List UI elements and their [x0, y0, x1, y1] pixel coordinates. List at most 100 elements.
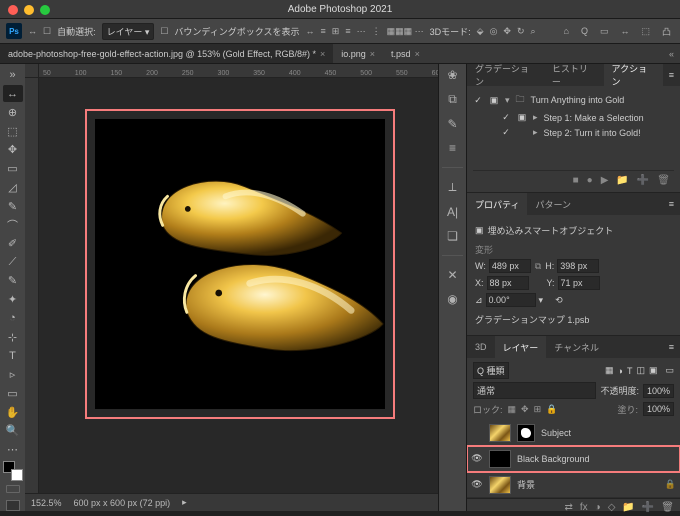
document-tab[interactable]: t.psd ×: [383, 44, 428, 63]
new-action-icon[interactable]: ➕: [637, 175, 649, 186]
brush-tool[interactable]: ✐: [3, 235, 23, 253]
tab-channels[interactable]: チャンネル: [546, 336, 607, 358]
close-tab-icon[interactable]: ×: [320, 49, 325, 59]
hand-tool[interactable]: ✋: [3, 403, 23, 421]
dialog-toggle-icon[interactable]: ▣: [517, 112, 527, 123]
lock-artboard-icon[interactable]: ⊞: [534, 404, 542, 415]
layer-thumbnail[interactable]: [489, 424, 511, 442]
mode3d-icon[interactable]: ⬙: [477, 26, 484, 37]
ruler-origin[interactable]: [25, 64, 39, 78]
eyedropper-tool[interactable]: ✎: [3, 197, 23, 215]
angle-dropdown-icon[interactable]: ▾: [539, 295, 544, 306]
libraries-panel-icon[interactable]: ❏: [447, 229, 458, 243]
layer-filter-kind[interactable]: Q 種類: [473, 362, 509, 379]
character-panel-icon[interactable]: A|: [447, 205, 458, 219]
ps-home-icon[interactable]: Ps: [6, 23, 22, 39]
new-set-icon[interactable]: 📁: [616, 175, 628, 186]
color-panel-icon[interactable]: ❀: [447, 68, 457, 82]
layer-fx-icon[interactable]: fx: [580, 502, 588, 513]
adjustments-panel-icon[interactable]: ≡: [449, 141, 456, 155]
new-layer-icon[interactable]: ➕: [642, 502, 654, 513]
cloud-home-icon[interactable]: ⌂: [564, 26, 569, 36]
status-more-icon[interactable]: ▸: [182, 497, 187, 508]
disclosure-closed-icon[interactable]: ▸: [533, 112, 538, 123]
trash-icon[interactable]: 🗑: [657, 175, 670, 186]
clone-tool[interactable]: ⟋: [3, 253, 23, 271]
disclosure-closed-icon[interactable]: ▸: [533, 127, 538, 138]
tab-properties[interactable]: プロパティ: [467, 193, 527, 215]
blend-mode-select[interactable]: 通常: [473, 382, 596, 399]
document-tab[interactable]: adobe-photoshop-free-gold-effect-action.…: [0, 44, 333, 63]
zoom-tool[interactable]: 🔍: [3, 422, 23, 440]
mode3d-icon[interactable]: ◎: [490, 26, 498, 37]
panel-menu-icon[interactable]: ≡: [663, 199, 680, 209]
layer-name[interactable]: 背景: [517, 478, 535, 491]
layer-name[interactable]: Subject: [541, 428, 571, 438]
layer-thumbnail[interactable]: [489, 476, 511, 494]
filter-pixel-icon[interactable]: ▦: [605, 365, 614, 376]
play-icon[interactable]: ▶: [601, 175, 609, 186]
expand-tools-icon[interactable]: »: [3, 66, 23, 84]
zoom-level[interactable]: 152.5%: [31, 498, 62, 508]
filter-shape-icon[interactable]: ◫: [636, 365, 645, 376]
document-canvas[interactable]: [85, 109, 395, 419]
distribute-icon[interactable]: ⋮: [372, 26, 381, 37]
visibility-toggle[interactable]: 👁: [471, 453, 483, 464]
marquee-tool[interactable]: ⬚: [3, 122, 23, 140]
screenmode-toggle[interactable]: [6, 500, 20, 511]
filter-adjust-icon[interactable]: ◑: [618, 366, 623, 376]
artboard-tool[interactable]: ⊕: [3, 103, 23, 121]
frame-tool[interactable]: ▭: [3, 160, 23, 178]
dodge-tool[interactable]: ⊹: [3, 328, 23, 346]
fill-value[interactable]: 100%: [643, 402, 674, 416]
stop-icon[interactable]: ■: [573, 175, 579, 186]
layer-row[interactable]: Subject: [467, 420, 680, 446]
maximize-window-icon[interactable]: [40, 5, 50, 15]
ruler-horizontal[interactable]: 50 100 150 200 250 300 350 400 450 500 5…: [39, 64, 438, 78]
panel-menu-icon[interactable]: ≡: [663, 70, 680, 80]
filter-type-icon[interactable]: T: [627, 366, 633, 376]
layer-row[interactable]: 👁 Black Background: [467, 446, 680, 472]
align-icon[interactable]: ⊞: [332, 26, 340, 37]
checkmark-icon[interactable]: ✓: [501, 127, 511, 138]
close-window-icon[interactable]: [8, 5, 18, 15]
arrange-icon[interactable]: ↔: [620, 26, 629, 36]
flip-icon[interactable]: ⟲: [555, 295, 563, 306]
y-field[interactable]: [558, 276, 600, 290]
navigator-panel-icon[interactable]: ◉: [447, 292, 457, 306]
disclosure-open-icon[interactable]: ▾: [505, 95, 510, 106]
collapse-tabs-icon[interactable]: «: [663, 49, 680, 59]
eraser-tool[interactable]: ✎: [3, 272, 23, 290]
checkmark-icon[interactable]: ✓: [473, 95, 483, 106]
layer-mask-thumbnail[interactable]: [517, 424, 535, 442]
new-group-icon[interactable]: 📁: [622, 502, 634, 513]
tab-history[interactable]: ヒストリー: [544, 64, 604, 86]
dialog-toggle-icon[interactable]: ▣: [489, 95, 499, 106]
close-tab-icon[interactable]: ×: [370, 49, 375, 59]
swatches-panel-icon[interactable]: ⧉: [448, 92, 457, 107]
linked-file-label[interactable]: グラデーションマップ 1.psb: [475, 313, 589, 326]
action-row[interactable]: ✓ ▸ Step 2: Turn it into Gold!: [473, 125, 674, 140]
filter-toggle-icon[interactable]: ▭: [665, 365, 674, 376]
tab-patterns[interactable]: パターン: [527, 193, 579, 215]
record-icon[interactable]: ●: [587, 175, 593, 186]
close-tab-icon[interactable]: ×: [415, 49, 420, 59]
autoselect-target-select[interactable]: レイヤー ▾: [102, 23, 155, 40]
search-icon[interactable]: Q: [581, 26, 588, 36]
ruler-vertical[interactable]: [25, 78, 39, 511]
layer-mask-icon[interactable]: ◑: [595, 502, 601, 513]
align-icon[interactable]: ↔: [306, 26, 315, 36]
tab-gradients[interactable]: グラデーション: [467, 64, 544, 86]
tab-actions[interactable]: アクション: [604, 64, 663, 86]
tab-3d[interactable]: 3D: [467, 336, 495, 358]
angle-field[interactable]: [486, 293, 536, 307]
link-layers-icon[interactable]: ⇄: [564, 502, 572, 513]
doc-info[interactable]: 600 px x 600 px (72 ppi): [74, 498, 171, 508]
blur-tool[interactable]: ◔: [3, 310, 23, 328]
distribute-icon[interactable]: ⋯: [357, 26, 366, 37]
crop-tool[interactable]: ◿: [3, 178, 23, 196]
tools-preset-icon[interactable]: ✕: [447, 268, 457, 282]
opacity-value[interactable]: 100%: [643, 384, 674, 398]
brushes-panel-icon[interactable]: ✎: [447, 117, 457, 131]
mode3d-icon[interactable]: ✥: [503, 26, 511, 37]
